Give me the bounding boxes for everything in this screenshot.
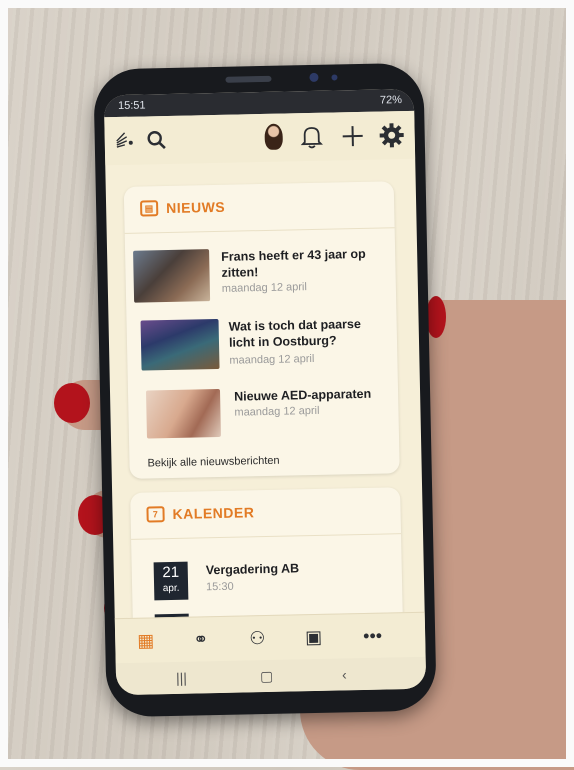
bell-icon[interactable] — [300, 125, 322, 149]
news-item-date: maandag 12 april — [229, 353, 314, 367]
calendar-header: 7 KALENDER — [146, 504, 254, 522]
divider — [125, 227, 395, 234]
event-title: Vergadering AB — [206, 561, 300, 577]
fingernail — [54, 383, 90, 423]
phone-screen: 15:51 72% — [104, 89, 426, 695]
tab-dashboard[interactable]: ▦ — [137, 630, 154, 650]
news-header: ▤ NIEUWS — [140, 199, 225, 217]
event-day: 21 — [154, 562, 188, 584]
system-nav-bar: ||| ▢ ‹ — [116, 657, 427, 695]
fingernail — [426, 296, 446, 338]
calendar-icon: 7 — [146, 506, 164, 522]
status-time: 15:51 — [118, 99, 146, 112]
search-icon[interactable] — [147, 130, 167, 150]
event-month: apr. — [154, 583, 188, 596]
bottom-tab-bar: ▦ ⚭ ⚇ ▣ ••• — [115, 612, 426, 663]
all-news-link[interactable]: Bekijk alle nieuwsberichten — [147, 455, 279, 470]
app-header — [104, 111, 415, 165]
news-item-title: Frans heeft er 43 jaar op zitten! — [221, 246, 382, 281]
news-thumbnail — [141, 319, 220, 371]
earpiece — [225, 76, 271, 83]
news-item-title: Nieuwe AED-apparaten — [234, 385, 394, 404]
avatar[interactable] — [264, 124, 283, 150]
sensor — [331, 74, 337, 80]
event-date-badge: 21 apr. — [154, 562, 189, 601]
news-item-date: maandag 12 april — [222, 281, 307, 295]
calendar-card: 7 KALENDER 21 apr. Vergadering AB 15:30 … — [130, 487, 403, 633]
tab-calendar[interactable]: ▣ — [305, 627, 322, 647]
news-item-title: Wat is toch dat paarse licht in Oostburg… — [228, 315, 389, 350]
news-item[interactable]: Wat is toch dat paarse licht in Oostburg… — [141, 315, 402, 380]
tab-people[interactable]: ⚇ — [249, 628, 266, 648]
event-time: 15:30 — [206, 581, 234, 594]
app-logo-icon — [115, 131, 139, 153]
news-item[interactable]: Nieuwe AED-apparaten maandag 12 april — [146, 385, 407, 450]
back-button[interactable]: ‹ — [342, 666, 347, 682]
news-title: NIEUWS — [166, 199, 225, 216]
phone: 15:51 72% — [93, 63, 436, 718]
tab-share[interactable]: ⚭ — [193, 629, 209, 649]
news-thumbnail — [146, 389, 221, 439]
news-card: ▤ NIEUWS Frans heeft er 43 jaar op zitte… — [124, 181, 400, 479]
news-item-date: maandag 12 april — [234, 405, 319, 419]
calendar-event[interactable]: 21 apr. Vergadering AB 15:30 — [154, 557, 415, 602]
news-thumbnail — [133, 249, 210, 303]
camera — [309, 73, 318, 82]
status-battery: 72% — [380, 94, 402, 106]
tab-more[interactable]: ••• — [363, 626, 382, 646]
news-item[interactable]: Frans heeft er 43 jaar op zitten! maanda… — [133, 245, 394, 310]
home-button[interactable]: ▢ — [260, 668, 274, 685]
calendar-title: KALENDER — [172, 504, 254, 522]
newspaper-icon: ▤ — [140, 200, 158, 216]
gear-icon[interactable] — [378, 122, 405, 149]
plus-icon[interactable] — [340, 124, 364, 148]
divider — [131, 533, 401, 540]
recent-apps-button[interactable]: ||| — [176, 670, 187, 686]
